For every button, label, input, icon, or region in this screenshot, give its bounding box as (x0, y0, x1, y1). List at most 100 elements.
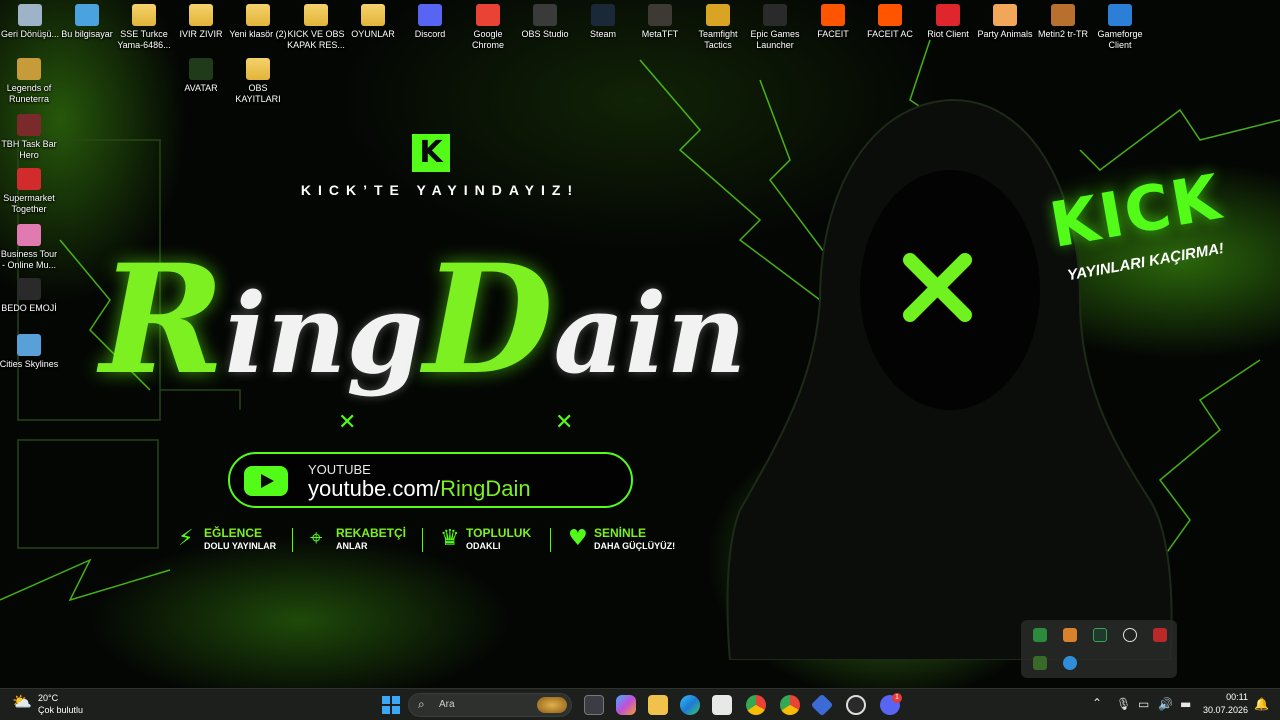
desktop-icon[interactable]: Epic Games Launcher (745, 4, 805, 51)
desktop-icon[interactable]: Metin2 tr-TR (1033, 4, 1093, 40)
windows-icon (382, 696, 390, 704)
desktop-icon[interactable]: KICK VE OBS KAPAK RES... (286, 4, 346, 51)
edge-icon[interactable] (680, 695, 700, 715)
gameforge-icon (1108, 4, 1132, 26)
desktop-icon[interactable]: Yeni klasör (2) (228, 4, 288, 40)
obs-icon[interactable] (846, 695, 866, 715)
crosshair-icon: ⌖ (310, 526, 323, 551)
youtube-url: youtube.com/RingDain (308, 476, 531, 501)
tray-app-icon[interactable] (1063, 628, 1077, 642)
folder-icon (189, 4, 213, 26)
desktop-icon-label: Party Animals (977, 29, 1033, 39)
avatar-icon (189, 58, 213, 80)
chrome-icon (476, 4, 500, 26)
weather-condition: Çok bulutlu (38, 705, 84, 715)
desktop-icon-label: FACEIT (817, 29, 849, 39)
desktop-icon[interactable]: OYUNLAR (343, 4, 403, 40)
folder-icon (246, 58, 270, 80)
tray-overflow-popup (1021, 620, 1177, 678)
edge-icon[interactable] (1063, 656, 1077, 670)
tray-app-icon[interactable] (1153, 628, 1167, 642)
chevron-up-icon[interactable]: ⌃ (1092, 696, 1102, 710)
taskbar-clock[interactable]: 00:11 30.07.2026 (1200, 692, 1248, 715)
desktop-icon-label: MetaTFT (641, 29, 679, 39)
desktop-icon[interactable]: Party Animals (975, 4, 1035, 40)
chrome-icon[interactable] (746, 695, 766, 715)
desktop-icon[interactable]: Discord (400, 4, 460, 40)
desktop-icon-label: Epic Games Launcher (750, 29, 800, 50)
desktop-icon[interactable]: Legends of Runeterra (0, 58, 59, 105)
runeterra-icon (17, 58, 41, 80)
search-placeholder: Ara (439, 699, 455, 710)
desktop-icon[interactable]: SSE Turkce Yama-6486... (114, 4, 174, 51)
tray-app-icon[interactable] (1033, 628, 1047, 642)
desktop-icon[interactable]: Gameforge Client (1090, 4, 1150, 51)
tray-app-icon[interactable] (1093, 628, 1107, 642)
party-animals-icon (993, 4, 1017, 26)
desktop-icon[interactable]: AVATAR (171, 58, 231, 94)
file-explorer-icon[interactable] (584, 695, 604, 715)
desktop-icon-label: OBS KAYITLARI (235, 83, 281, 104)
desktop-icon[interactable]: Google Chrome (458, 4, 518, 51)
volume-icon[interactable]: 🔊 (1158, 697, 1173, 711)
desktop-icon[interactable]: Steam (573, 4, 633, 40)
x-mark-right: ✕ (555, 410, 574, 435)
brand-title-part1: ing (224, 269, 424, 398)
x-mark-left: ✕ (338, 410, 357, 435)
desktop-icon-label: KICK VE OBS KAPAK RES... (287, 29, 345, 50)
search-icon: ⌕ (418, 697, 425, 711)
desktop-icon[interactable]: Geri Dönüşü... (0, 4, 60, 40)
obs-icon[interactable] (1123, 628, 1137, 642)
start-button[interactable] (382, 696, 400, 714)
weather-cloud-sun-icon: ⛅ (12, 694, 32, 711)
desktop-icon[interactable]: FACEIT AC (860, 4, 920, 40)
desktop-icon[interactable]: Teamfight Tactics (688, 4, 748, 51)
desktop-icon-label: BEDO EMOJİ (1, 303, 57, 313)
recycle-bin-icon (18, 4, 42, 26)
feature-divider (422, 528, 423, 552)
brand-title-part2: ain (553, 269, 747, 398)
taskbar: ⛅ 20°C Çok bulutlu ⌕ Ara 1 ⌃ 🎙 ▭ 🔊 ▬ 00:… (0, 688, 1280, 720)
desktop-icon-label: OYUNLAR (351, 29, 395, 39)
desktop-icon-label: Business Tour - Online Mu... (0, 249, 58, 270)
desktop-icon[interactable]: FACEIT (803, 4, 863, 40)
brand-title-d: D (423, 232, 554, 408)
taskbar-search[interactable]: ⌕ Ara (408, 693, 572, 717)
folder-icon (304, 4, 328, 26)
desktop-icon-label: Yeni klasör (2) (229, 29, 287, 39)
folder-icon (361, 4, 385, 26)
folder-icon (246, 4, 270, 26)
weather-widget[interactable]: ⛅ 20°C Çok bulutlu (12, 692, 132, 718)
desktop-icon[interactable]: Cities Skylines (0, 334, 59, 370)
supermarket-together-icon (17, 168, 41, 190)
battery-icon[interactable]: ▬ (1180, 697, 1191, 711)
desktop-icon-label: Cities Skylines (0, 359, 59, 369)
notification-bell-icon[interactable]: 🔔 (1254, 697, 1269, 711)
store-icon[interactable] (712, 695, 732, 715)
faceit-ac-icon (878, 4, 902, 26)
lightning-icon: ⚡ (178, 526, 194, 551)
desktop-icon[interactable]: Business Tour - Online Mu... (0, 224, 59, 271)
copilot-icon[interactable] (616, 695, 636, 715)
desktop-icon[interactable]: Riot Client (918, 4, 978, 40)
desktop-icon-label: Bu bilgisayar (61, 29, 113, 39)
folder-icon[interactable] (648, 695, 668, 715)
youtube-link-banner: YOUTUBE youtube.com/RingDain (228, 452, 633, 508)
tray-app-icon[interactable] (1033, 656, 1047, 670)
microphone-icon[interactable]: 🎙 (1116, 697, 1131, 711)
desktop-icon[interactable]: IVIR ZIVIR (171, 4, 231, 40)
desktop-icon[interactable]: TBH Task Bar Hero (0, 114, 59, 161)
desktop-icon[interactable]: Supermarket Together (0, 168, 59, 215)
desktop-icon[interactable]: OBS Studio (515, 4, 575, 40)
desktop-icon[interactable]: MetaTFT (630, 4, 690, 40)
desktop-icon[interactable]: OBS KAYITLARI (228, 58, 288, 105)
clock-date: 30.07.2026 (1202, 705, 1248, 715)
display-icon[interactable]: ▭ (1138, 697, 1149, 711)
folder-icon (132, 4, 156, 26)
desktop-icon[interactable]: Bu bilgisayar (57, 4, 117, 40)
desktop-icon[interactable]: BEDO EMOJİ (0, 278, 59, 314)
chrome-profile-icon[interactable] (780, 695, 800, 715)
desktop-icon-label: Google Chrome (471, 29, 504, 50)
metatft-icon[interactable] (810, 693, 834, 717)
cities-skylines-icon (17, 334, 41, 356)
